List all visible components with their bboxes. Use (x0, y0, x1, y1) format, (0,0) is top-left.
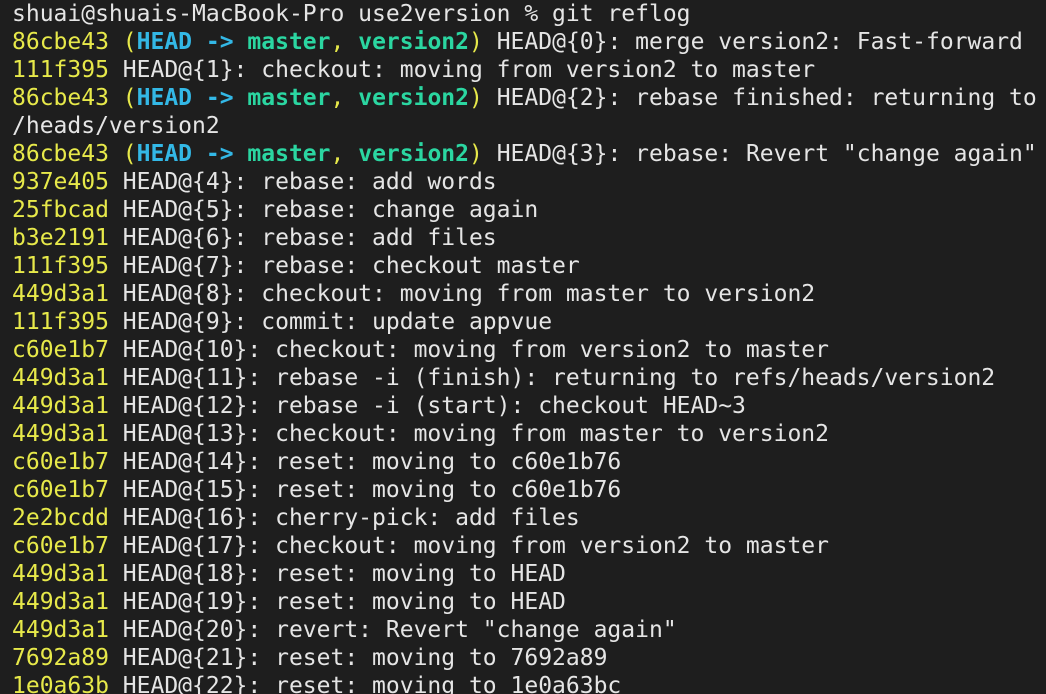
commit-hash: 25fbcad (12, 197, 109, 223)
ref-separator: , (330, 141, 359, 167)
reflog-line: 111f395 HEAD@{9}: commit: update appvue (12, 308, 1046, 336)
commit-hash: 937e405 (12, 169, 109, 195)
reflog-message: HEAD@{21}: reset: moving to 7692a89 (108, 645, 608, 671)
reflog-line: /heads/version2 (12, 112, 1046, 140)
ref-branch-version2: version2 (358, 141, 469, 167)
ref-branch-version2: version2 (358, 29, 469, 55)
reflog-line: c60e1b7 HEAD@{15}: reset: moving to c60e… (12, 476, 1046, 504)
commit-hash: 86cbe43 (12, 85, 109, 111)
ref-branch-version2: version2 (358, 85, 469, 111)
reflog-line: 111f395 HEAD@{1}: checkout: moving from … (12, 56, 1046, 84)
ref-head: HEAD -> (136, 85, 248, 111)
commit-hash: 449d3a1 (12, 589, 109, 615)
reflog-line: 86cbe43 (HEAD -> master, version2) HEAD@… (12, 84, 1046, 112)
ref-close-paren: ) (469, 141, 483, 167)
ref-head: HEAD -> (136, 141, 248, 167)
reflog-line: 2e2bcdd HEAD@{16}: cherry-pick: add file… (12, 504, 1046, 532)
reflog-message: HEAD@{14}: reset: moving to c60e1b76 (108, 449, 622, 475)
reflog-message: HEAD@{6}: rebase: add files (108, 225, 497, 251)
reflog-line: 937e405 HEAD@{4}: rebase: add words (12, 168, 1046, 196)
reflog-message: HEAD@{19}: reset: moving to HEAD (108, 589, 566, 615)
reflog-output: 86cbe43 (HEAD -> master, version2) HEAD@… (12, 28, 1046, 694)
reflog-message: HEAD@{0}: merge version2: Fast-forward (482, 29, 1023, 55)
reflog-line: 449d3a1 HEAD@{13}: checkout: moving from… (12, 420, 1046, 448)
reflog-line: 7692a89 HEAD@{21}: reset: moving to 7692… (12, 644, 1046, 672)
reflog-line: c60e1b7 HEAD@{17}: checkout: moving from… (12, 532, 1046, 560)
reflog-line: 449d3a1 HEAD@{19}: reset: moving to HEAD (12, 588, 1046, 616)
reflog-message: HEAD@{22}: reset: moving to 1e0a63bc (108, 673, 622, 694)
reflog-line: 449d3a1 HEAD@{8}: checkout: moving from … (12, 280, 1046, 308)
ref-branch-master: master (247, 85, 331, 111)
commit-hash: c60e1b7 (12, 337, 109, 363)
ref-open-paren: ( (108, 141, 137, 167)
reflog-message: HEAD@{18}: reset: moving to HEAD (108, 561, 566, 587)
terminal-window[interactable]: shuai@shuais-MacBook-Pro use2version % g… (0, 0, 1046, 694)
reflog-message: HEAD@{17}: checkout: moving from version… (108, 533, 829, 559)
commit-hash: 449d3a1 (12, 393, 109, 419)
ref-open-paren: ( (108, 29, 137, 55)
reflog-message: HEAD@{20}: revert: Revert "change again" (108, 617, 677, 643)
reflog-line: c60e1b7 HEAD@{14}: reset: moving to c60e… (12, 448, 1046, 476)
commit-hash: 111f395 (12, 57, 109, 83)
reflog-line: 86cbe43 (HEAD -> master, version2) HEAD@… (12, 140, 1046, 168)
commit-hash: 449d3a1 (12, 365, 109, 391)
ref-branch-master: master (247, 141, 331, 167)
reflog-message: HEAD@{5}: rebase: change again (108, 197, 539, 223)
reflog-line: 449d3a1 HEAD@{18}: reset: moving to HEAD (12, 560, 1046, 588)
ref-open-paren: ( (108, 85, 137, 111)
ref-branch-master: master (247, 29, 331, 55)
reflog-line: 449d3a1 HEAD@{12}: rebase -i (start): ch… (12, 392, 1046, 420)
reflog-message: HEAD@{15}: reset: moving to c60e1b76 (108, 477, 622, 503)
commit-hash: 86cbe43 (12, 141, 109, 167)
reflog-message: HEAD@{3}: rebase: Revert "change again" (482, 141, 1037, 167)
commit-hash: 86cbe43 (12, 29, 109, 55)
ref-separator: , (330, 29, 359, 55)
reflog-message: HEAD@{2}: rebase finished: returning to … (482, 85, 1046, 111)
ref-head: HEAD -> (136, 29, 248, 55)
commit-hash: 111f395 (12, 253, 109, 279)
commit-hash: 7692a89 (12, 645, 109, 671)
reflog-line: c60e1b7 HEAD@{10}: checkout: moving from… (12, 336, 1046, 364)
commit-hash: b3e2191 (12, 225, 109, 251)
reflog-message: HEAD@{12}: rebase -i (start): checkout H… (108, 393, 746, 419)
ref-separator: , (330, 85, 359, 111)
commit-hash: 449d3a1 (12, 281, 109, 307)
reflog-line: 25fbcad HEAD@{5}: rebase: change again (12, 196, 1046, 224)
reflog-line: b3e2191 HEAD@{6}: rebase: add files (12, 224, 1046, 252)
commit-hash: c60e1b7 (12, 533, 109, 559)
reflog-message: HEAD@{7}: rebase: checkout master (108, 253, 580, 279)
reflog-message: HEAD@{4}: rebase: add words (108, 169, 497, 195)
commit-hash: 2e2bcdd (12, 505, 109, 531)
commit-hash: 1e0a63b (12, 673, 109, 694)
reflog-line: 111f395 HEAD@{7}: rebase: checkout maste… (12, 252, 1046, 280)
reflog-message: HEAD@{16}: cherry-pick: add files (108, 505, 580, 531)
prompt-text: shuai@shuais-MacBook-Pro use2version % g… (12, 1, 691, 27)
reflog-message: HEAD@{13}: checkout: moving from master … (108, 421, 829, 447)
reflog-message: HEAD@{10}: checkout: moving from version… (108, 337, 829, 363)
commit-hash: 449d3a1 (12, 421, 109, 447)
prompt-line: shuai@shuais-MacBook-Pro use2version % g… (12, 0, 1046, 28)
reflog-line: 1e0a63b HEAD@{22}: reset: moving to 1e0a… (12, 672, 1046, 694)
reflog-message: HEAD@{11}: rebase -i (finish): returning… (108, 365, 996, 391)
reflog-message: HEAD@{9}: commit: update appvue (108, 309, 553, 335)
reflog-line: 86cbe43 (HEAD -> master, version2) HEAD@… (12, 28, 1046, 56)
commit-hash: 449d3a1 (12, 617, 109, 643)
reflog-line: 449d3a1 HEAD@{20}: revert: Revert "chang… (12, 616, 1046, 644)
commit-hash: c60e1b7 (12, 477, 109, 503)
reflog-line: 449d3a1 HEAD@{11}: rebase -i (finish): r… (12, 364, 1046, 392)
commit-hash: 449d3a1 (12, 561, 109, 587)
reflog-message: HEAD@{1}: checkout: moving from version2… (108, 57, 816, 83)
commit-hash: 111f395 (12, 309, 109, 335)
ref-close-paren: ) (469, 29, 483, 55)
commit-hash: c60e1b7 (12, 449, 109, 475)
reflog-message: /heads/version2 (12, 113, 220, 139)
ref-close-paren: ) (469, 85, 483, 111)
reflog-message: HEAD@{8}: checkout: moving from master t… (108, 281, 816, 307)
